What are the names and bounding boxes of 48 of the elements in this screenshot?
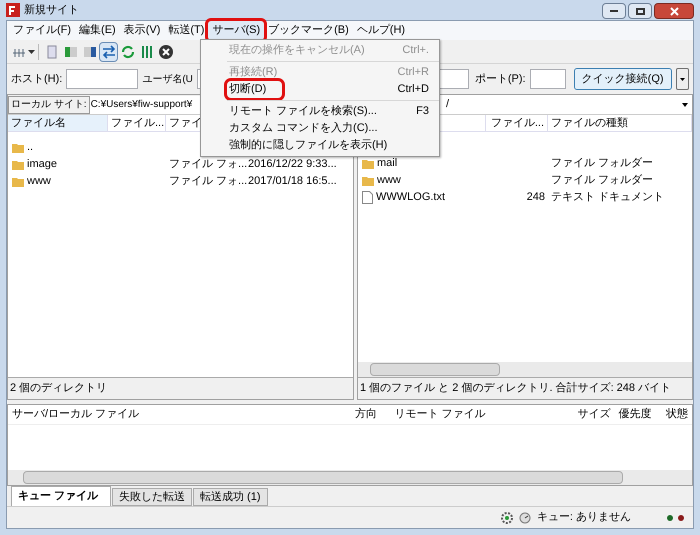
file-type: ファイル フォ... [168, 174, 248, 190]
menu-item[interactable]: 強制的に隠しファイルを表示(H) [201, 137, 439, 154]
menu-item[interactable]: 切断(D) Ctrl+D [201, 81, 439, 98]
file-type: ファイル フォルダー [550, 173, 654, 188]
menu-item[interactable]: ヘルプ(H) [352, 21, 410, 40]
file-name[interactable]: image [27, 156, 57, 173]
queue-status: キュー: ありません [536, 510, 631, 526]
file-type: テキスト ドキュメント [550, 190, 666, 206]
file-date: 2016/12/22 9:33... [248, 157, 337, 172]
column-header[interactable]: ファイル... [486, 115, 548, 131]
tab[interactable]: 転送成功 (1) [193, 488, 268, 506]
quick-connect-button[interactable]: クイック接続(Q) [574, 68, 672, 90]
menu-item[interactable]: 編集(E) [75, 21, 120, 40]
column-header[interactable]: 優先度 [614, 406, 662, 423]
tab[interactable]: キュー ファイル [11, 486, 111, 506]
file-date: 2017/01/18 16:5... [248, 174, 337, 190]
column-header[interactable]: ファイル名 [8, 115, 108, 131]
file-name[interactable]: WWWLOG.txt [376, 189, 446, 206]
menu-item[interactable]: ファイル(F) [9, 21, 76, 40]
file-name[interactable]: mail [377, 155, 398, 172]
file-name[interactable]: www [27, 173, 51, 190]
menu-item[interactable]: カスタム コマンドを入力(C)... [201, 120, 439, 137]
file-size: 248 [526, 191, 545, 204]
column-header[interactable]: 状態 [662, 406, 692, 423]
window-title: 新規サイト [24, 2, 79, 18]
host-label: ホスト(H): [11, 72, 62, 87]
column-header[interactable]: ファイルの種類 [548, 115, 692, 131]
username-label: ユーザ名(U [142, 72, 193, 86]
port-label: ポート(P): [474, 72, 526, 87]
local-status: 2 個のディレクトリ [10, 381, 108, 396]
column-header[interactable]: サーバ/ローカル ファイル [8, 406, 351, 423]
menu-item[interactable]: サーバ(S) [208, 21, 264, 40]
local-site-label: ローカル サイト: [8, 96, 90, 114]
column-header[interactable]: リモート ファイル [390, 406, 565, 423]
menu-item[interactable]: 表示(V) [120, 21, 164, 40]
column-header[interactable]: ファイル... [108, 115, 166, 131]
remote-status: 1 個のファイル と 2 個のディレクトリ. 合計サイズ: 248 バイト [360, 380, 672, 396]
file-type: ファイル フォルダー [550, 156, 654, 172]
menu-item[interactable]: ブックマーク(B) [264, 21, 353, 40]
column-header[interactable]: サイズ [564, 406, 614, 423]
file-name[interactable]: www [377, 172, 401, 189]
tab[interactable]: 失敗した転送 [112, 488, 192, 506]
file-name[interactable]: .. [27, 139, 34, 156]
menu-item[interactable]: リモート ファイルを検索(S)... F3 [201, 103, 439, 120]
menu-item[interactable]: 転送(T) [164, 21, 208, 40]
column-header[interactable]: 方向 [350, 406, 391, 423]
file-type: ファイル フォ... [168, 157, 248, 172]
remote-path: / [446, 97, 450, 112]
